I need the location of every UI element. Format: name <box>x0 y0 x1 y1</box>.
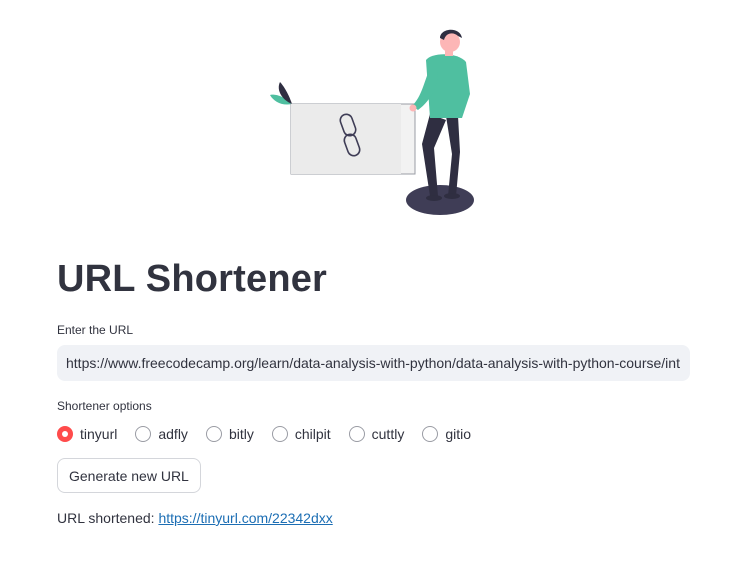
generate-url-button[interactable]: Generate new URL <box>57 458 201 493</box>
radio-option-chilpit[interactable]: chilpit <box>271 426 331 442</box>
radio-label-tinyurl: tinyurl <box>80 426 118 442</box>
shortener-options-group: tinyurl adfly bitly chilpit cuttly gitio <box>57 424 489 444</box>
radio-option-tinyurl[interactable]: tinyurl <box>57 426 117 442</box>
radio-label-gitio: gitio <box>445 426 472 442</box>
url-input[interactable] <box>57 345 690 381</box>
radio-label-adfly: adfly <box>158 426 188 442</box>
radio-option-cuttly[interactable]: cuttly <box>348 426 405 442</box>
result-line: URL shortened: https://tinyurl.com/22342… <box>57 510 333 526</box>
radio-label-bitly: bitly <box>228 426 254 442</box>
radio-option-bitly[interactable]: bitly <box>205 426 254 442</box>
hero-illustration <box>270 29 474 215</box>
page-title: URL Shortener <box>57 258 328 300</box>
radio-unselected-icon <box>205 426 222 442</box>
radio-label-chilpit: chilpit <box>294 426 331 442</box>
radio-unselected-icon <box>135 426 152 442</box>
short-url-link[interactable]: https://tinyurl.com/22342dxx <box>158 510 332 526</box>
radio-unselected-icon <box>348 426 365 442</box>
radio-unselected-icon <box>271 426 288 442</box>
url-field-label: Enter the URL <box>57 323 134 337</box>
radio-label-cuttly: cuttly <box>371 426 405 442</box>
radio-option-adfly[interactable]: adfly <box>135 426 188 442</box>
shortener-options-label: Shortener options <box>57 399 152 413</box>
radio-option-gitio[interactable]: gitio <box>422 426 471 442</box>
radio-selected-icon <box>57 426 73 442</box>
result-prefix: URL shortened: <box>57 510 155 526</box>
radio-unselected-icon <box>422 426 439 442</box>
